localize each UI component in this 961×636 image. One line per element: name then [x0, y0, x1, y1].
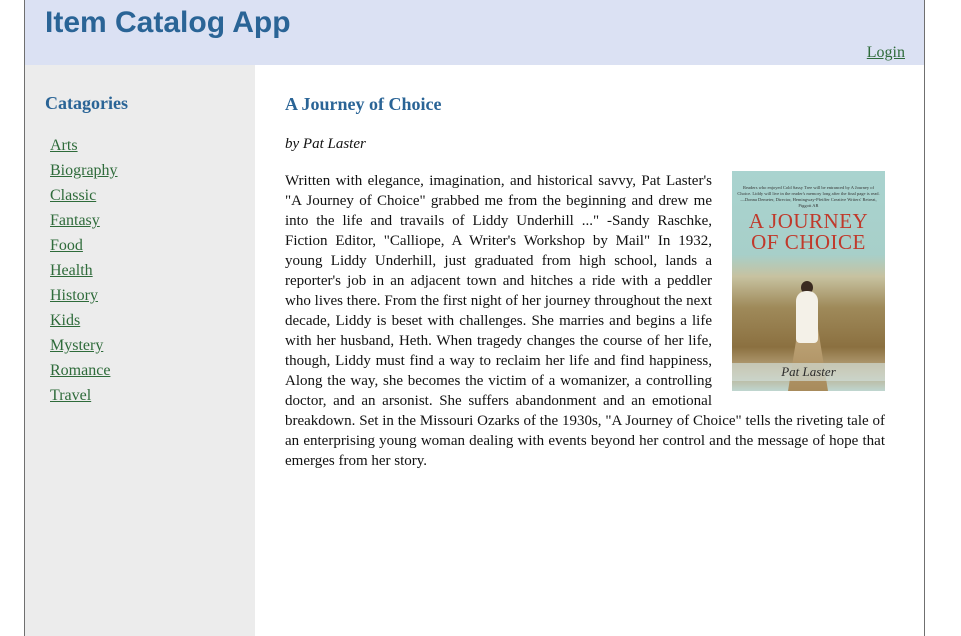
sidebar: Catagories Arts Biography Classic Fantas…	[25, 65, 255, 636]
cover-blurb: Readers who enjoyed Cold Sassy Tree will…	[737, 185, 880, 208]
category-link-mystery[interactable]: Mystery	[50, 337, 103, 354]
category-link-food[interactable]: Food	[50, 237, 83, 254]
category-list: Arts Biography Classic Fantasy Food Heal…	[50, 135, 118, 410]
category-link-arts[interactable]: Arts	[50, 137, 78, 154]
header: Item Catalog App Login	[25, 0, 924, 65]
cover-title: A JOURNEY OF CHOICE	[732, 211, 885, 253]
list-item: Travel	[50, 385, 118, 410]
category-link-classic[interactable]: Classic	[50, 187, 96, 204]
cover-title-line-2: OF CHOICE	[751, 230, 866, 254]
category-link-biography[interactable]: Biography	[50, 162, 118, 179]
cover-figure-illustration	[796, 291, 818, 343]
item-title: A Journey of Choice	[285, 94, 442, 114]
cover-author: Pat Laster	[732, 363, 885, 381]
category-link-romance[interactable]: Romance	[50, 362, 110, 379]
item-author: by Pat Laster	[285, 136, 366, 152]
sidebar-title: Catagories	[45, 93, 128, 113]
cover-title-line-1: A JOURNEY	[748, 209, 869, 233]
category-link-travel[interactable]: Travel	[50, 387, 91, 404]
list-item: Food	[50, 235, 118, 260]
app-title[interactable]: Item Catalog App	[45, 6, 291, 40]
login-link[interactable]: Login	[867, 44, 905, 62]
list-item: Arts	[50, 135, 118, 160]
category-link-history[interactable]: History	[50, 287, 98, 304]
list-item: History	[50, 285, 118, 310]
category-link-fantasy[interactable]: Fantasy	[50, 212, 100, 229]
list-item: Kids	[50, 310, 118, 335]
list-item: Romance	[50, 360, 118, 385]
list-item: Biography	[50, 160, 118, 185]
list-item: Health	[50, 260, 118, 285]
list-item: Mystery	[50, 335, 118, 360]
category-link-kids[interactable]: Kids	[50, 312, 80, 329]
app-frame: Item Catalog App Login Catagories Arts B…	[24, 0, 925, 636]
item-description: Readers who enjoyed Cold Sassy Tree will…	[285, 171, 885, 471]
list-item: Fantasy	[50, 210, 118, 235]
book-cover-image: Readers who enjoyed Cold Sassy Tree will…	[732, 171, 885, 391]
category-link-health[interactable]: Health	[50, 262, 93, 279]
list-item: Classic	[50, 185, 118, 210]
